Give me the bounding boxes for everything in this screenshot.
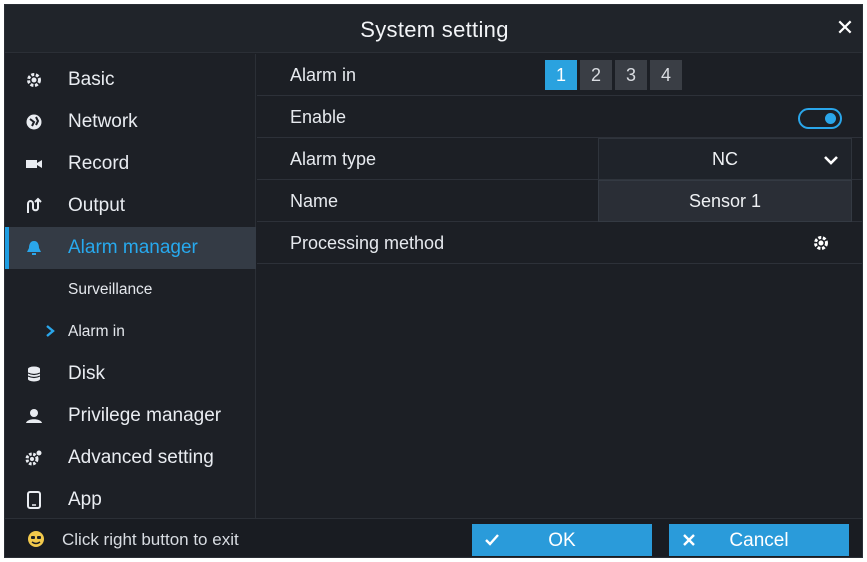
sidebar-item-network[interactable]: Network: [5, 101, 256, 143]
alarm-type-row: Alarm type NC: [257, 138, 862, 180]
sidebar-item-label: Record: [68, 153, 130, 174]
system-setting-window: System setting ✕ Basic Network Record Ou…: [4, 4, 863, 558]
cancel-button[interactable]: Cancel: [669, 524, 849, 556]
sidebar-item-record[interactable]: Record: [5, 143, 256, 185]
sidebar-item-disk[interactable]: Disk: [5, 353, 256, 395]
footer-bar: Click right button to exit OK Cancel: [5, 518, 862, 557]
sidebar-item-label: Advanced setting: [68, 447, 214, 468]
chevron-down-icon: [823, 153, 839, 165]
sidebar: Basic Network Record Output Alarm manage: [5, 54, 256, 518]
close-icon[interactable]: ✕: [834, 17, 856, 39]
sidebar-item-label: Alarm in: [68, 323, 125, 340]
sidebar-item-label: Basic: [68, 69, 115, 90]
alarm-type-select[interactable]: NC: [598, 138, 852, 180]
sidebar-item-label: Output: [68, 195, 126, 216]
processing-method-label: Processing method: [290, 233, 445, 253]
sidebar-item-alarm-manager[interactable]: Alarm manager: [5, 227, 256, 269]
window-title: System setting: [360, 17, 509, 42]
ok-label: OK: [548, 530, 576, 551]
sidebar-item-privilege-manager[interactable]: Privilege manager: [5, 395, 256, 437]
alarm-in-row: Alarm in 1 2 3 4: [257, 54, 862, 96]
sidebar-item-output[interactable]: Output: [5, 185, 256, 227]
enable-label: Enable: [290, 107, 347, 127]
sidebar-item-app[interactable]: App: [5, 479, 256, 521]
alarm-type-label: Alarm type: [290, 149, 377, 169]
gear-icon[interactable]: [812, 234, 830, 252]
globe-icon: [25, 113, 43, 131]
name-input[interactable]: [598, 180, 852, 222]
user-icon: [25, 407, 43, 425]
ok-button[interactable]: OK: [472, 524, 652, 556]
sidebar-item-label: Surveillance: [68, 281, 153, 298]
alarm-in-tabs: 1 2 3 4: [545, 60, 682, 90]
bell-icon: [25, 239, 43, 257]
output-icon: [25, 197, 43, 215]
alarm-type-value: NC: [712, 149, 738, 169]
sidebar-item-label: Privilege manager: [68, 405, 222, 426]
name-row: Name: [257, 180, 862, 222]
settings-panel: Alarm in 1 2 3 4 Enable Alarm type NC Na…: [257, 54, 862, 518]
sidebar-item-label: Network: [68, 111, 138, 132]
cancel-label: Cancel: [729, 530, 789, 551]
sidebar-item-surveillance[interactable]: Surveillance: [5, 269, 256, 311]
chevron-right-icon: [43, 324, 57, 338]
enable-toggle[interactable]: [798, 108, 842, 129]
camera-icon: [25, 155, 43, 173]
title-bar: System setting ✕: [5, 5, 862, 53]
sidebar-item-alarm-in[interactable]: Alarm in: [5, 311, 256, 353]
sidebar-item-label: Disk: [68, 363, 105, 384]
exit-hint: Click right button to exit: [62, 530, 239, 549]
phone-icon: [25, 491, 43, 509]
sidebar-item-advanced-setting[interactable]: Advanced setting: [5, 437, 256, 479]
sidebar-item-label: Alarm manager: [68, 237, 198, 258]
alarm-in-tab-1[interactable]: 1: [545, 60, 577, 90]
sidebar-item-basic[interactable]: Basic: [5, 59, 256, 101]
alarm-in-tab-3[interactable]: 3: [615, 60, 647, 90]
database-icon: [25, 365, 43, 383]
alarm-in-label: Alarm in: [290, 65, 357, 85]
alarm-in-tab-4[interactable]: 4: [650, 60, 682, 90]
name-label: Name: [290, 191, 339, 211]
smiley-icon: [27, 530, 45, 548]
processing-method-row: Processing method: [257, 222, 862, 264]
toggle-knob: [825, 113, 836, 124]
sidebar-item-label: App: [68, 489, 102, 510]
gear-icon: [25, 71, 43, 89]
gears-icon: [25, 449, 43, 467]
alarm-in-tab-2[interactable]: 2: [580, 60, 612, 90]
enable-row: Enable: [257, 96, 862, 138]
